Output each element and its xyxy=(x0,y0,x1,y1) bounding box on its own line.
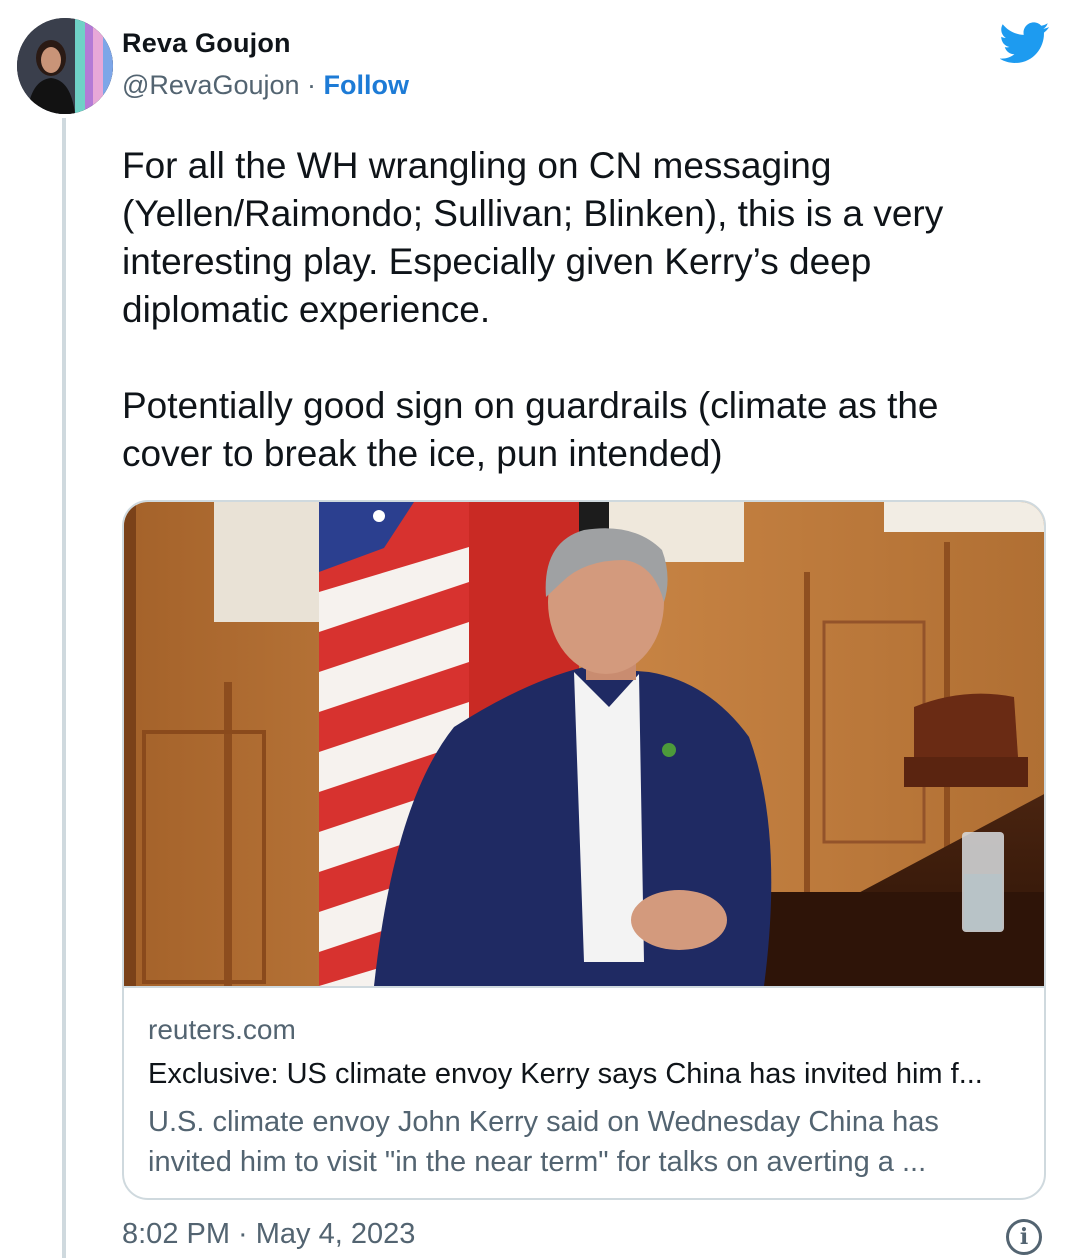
thread-line xyxy=(62,118,66,1258)
avatar-photo xyxy=(17,18,113,114)
author-handle-row: @RevaGoujon · Follow xyxy=(122,70,409,101)
article-photo xyxy=(124,502,1044,986)
card-description: U.S. climate envoy John Kerry said on We… xyxy=(148,1106,939,1178)
tweet-paragraph: For all the WH wrangling on CN messaging… xyxy=(122,145,944,330)
twitter-bird-icon[interactable] xyxy=(1000,22,1050,64)
tweet-text: For all the WH wrangling on CN messaging… xyxy=(122,142,1022,478)
info-icon[interactable]: i xyxy=(1006,1219,1042,1255)
card-divider xyxy=(124,986,1044,988)
tweet-paragraph: Potentially good sign on guardrails (cli… xyxy=(122,385,939,474)
card-title[interactable]: Exclusive: US climate envoy Kerry says C… xyxy=(148,1058,1028,1091)
author-handle[interactable]: @RevaGoujon xyxy=(122,70,300,100)
water-glass xyxy=(962,832,1004,932)
card-domain: reuters.com xyxy=(148,1014,296,1045)
handle-separator: · xyxy=(307,70,317,100)
chair xyxy=(904,693,1028,787)
avatar[interactable] xyxy=(17,18,113,114)
link-card[interactable]: reuters.com Exclusive: US climate envoy … xyxy=(122,500,1046,1200)
tweet-timestamp[interactable]: 8:02 PM · May 4, 2023 xyxy=(122,1218,415,1251)
author-name[interactable]: Reva Goujon xyxy=(122,28,291,59)
follow-button[interactable]: Follow xyxy=(324,70,409,100)
